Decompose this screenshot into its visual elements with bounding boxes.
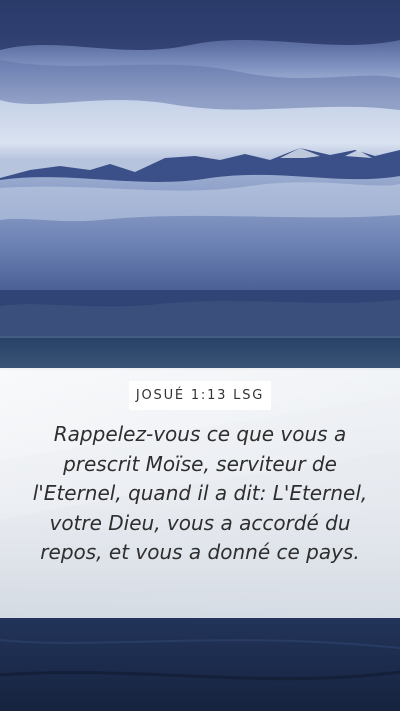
verse-reference: JOSUÉ 1:13 LSG bbox=[135, 388, 265, 403]
sand bbox=[0, 618, 400, 711]
verse-text: Rappelez-vous ce que vous a prescrit Moï… bbox=[32, 422, 368, 564]
verse-reference-badge: JOSUÉ 1:13 LSG bbox=[129, 381, 271, 410]
sea bbox=[0, 336, 400, 370]
